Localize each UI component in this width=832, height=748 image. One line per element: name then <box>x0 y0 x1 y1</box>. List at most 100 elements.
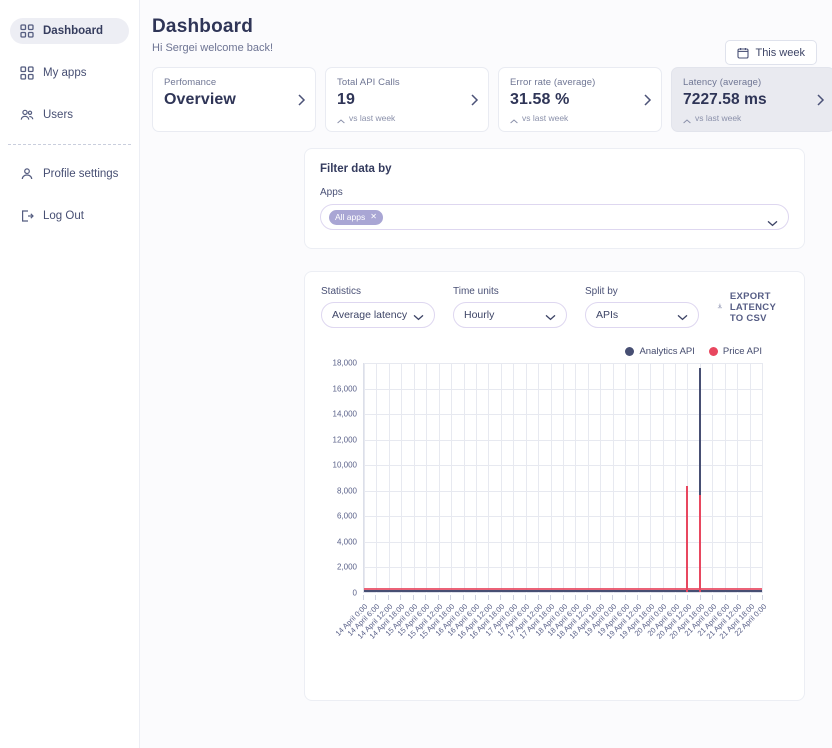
x-axis-tick <box>612 595 613 600</box>
gridline-vertical <box>663 363 664 593</box>
sidebar-divider <box>8 144 131 145</box>
time-units-label: Time units <box>453 286 567 297</box>
series-data-spike <box>686 486 688 592</box>
legend-item-analytics-api[interactable]: Analytics API <box>625 346 694 357</box>
y-axis-tick-label: 4,000 <box>337 537 357 546</box>
sidebar-item-my-apps[interactable]: My apps <box>10 60 129 86</box>
sidebar-item-label: Dashboard <box>43 25 103 37</box>
chevron-down-icon[interactable] <box>677 312 688 319</box>
apps-field-label: Apps <box>320 187 789 198</box>
x-axis-tick <box>575 595 576 600</box>
stat-card-label: Total API Calls <box>337 77 477 88</box>
stat-card-performance[interactable]: Perfomance Overview <box>152 67 316 132</box>
statistics-label: Statistics <box>321 286 435 297</box>
stat-card-total-api-calls[interactable]: Total API Calls 19 vs last week <box>325 67 489 132</box>
x-axis-tick <box>587 595 588 600</box>
gridline-vertical <box>650 363 651 593</box>
chevron-down-icon[interactable] <box>413 312 424 319</box>
sidebar-item-profile-settings[interactable]: Profile settings <box>10 161 129 187</box>
export-csv-label: EXPORT LATENCY TO CSV <box>730 291 788 324</box>
gridline-vertical <box>513 363 514 593</box>
split-by-select[interactable]: APIs <box>585 302 699 328</box>
time-units-select[interactable]: Hourly <box>453 302 567 328</box>
stat-card-label: Perfomance <box>164 77 304 88</box>
x-axis-tick <box>637 595 638 600</box>
filter-panel-title: Filter data by <box>320 163 789 175</box>
x-axis-tick <box>737 595 738 600</box>
x-axis-tick <box>662 595 663 600</box>
series-baseline <box>364 590 762 592</box>
x-axis: 14 April 0:0014 April 6:0014 April 12:00… <box>363 595 762 603</box>
sidebar-item-label: My apps <box>43 67 86 79</box>
x-axis-tick <box>400 595 401 600</box>
gridline-vertical <box>750 363 751 593</box>
x-axis-tick <box>500 595 501 600</box>
apps-chip-label: All apps <box>335 212 365 222</box>
gridline-vertical <box>725 363 726 593</box>
chart-plot-area: 02,0004,0006,0008,00010,00012,00014,0001… <box>321 363 788 673</box>
main-content: Dashboard Hi Sergei welcome back! This w… <box>140 0 832 748</box>
logout-icon <box>20 209 34 223</box>
y-axis-tick-label: 0 <box>353 589 357 598</box>
gridline-vertical <box>638 363 639 593</box>
gridline-vertical <box>675 363 676 593</box>
chevron-down-icon[interactable] <box>545 312 556 319</box>
gridline-vertical <box>476 363 477 593</box>
sidebar-item-users[interactable]: Users <box>10 102 129 128</box>
gridline-vertical <box>526 363 527 593</box>
welcome-message: Hi Sergei welcome back! <box>152 42 817 54</box>
date-range-label: This week <box>755 47 805 59</box>
legend-item-price-api[interactable]: Price API <box>709 346 762 357</box>
close-icon[interactable]: ✕ <box>370 213 377 221</box>
chart-controls: Statistics Average latency Time units Ho… <box>321 286 788 328</box>
x-axis-tick <box>687 595 688 600</box>
y-axis-tick-label: 6,000 <box>337 512 357 521</box>
gridline-vertical <box>488 363 489 593</box>
stat-card-delta: vs last week <box>510 113 650 123</box>
y-axis-tick-label: 2,000 <box>337 563 357 572</box>
apps-select[interactable]: All apps ✕ <box>320 204 789 230</box>
sidebar-item-dashboard[interactable]: Dashboard <box>10 18 129 44</box>
export-csv-button[interactable]: EXPORT LATENCY TO CSV <box>717 291 788 328</box>
gridline-vertical <box>588 363 589 593</box>
statistics-control: Statistics Average latency <box>321 286 435 328</box>
stat-card-error-rate[interactable]: Error rate (average) 31.58 % vs last wee… <box>498 67 662 132</box>
grid-icon <box>20 24 34 38</box>
stat-card-delta-label: vs last week <box>522 113 568 123</box>
date-range-button[interactable]: This week <box>725 40 817 65</box>
legend-swatch <box>709 347 718 356</box>
gridline-vertical <box>439 363 440 593</box>
statistics-select[interactable]: Average latency <box>321 302 435 328</box>
page-header: Dashboard Hi Sergei welcome back! This w… <box>140 0 832 54</box>
split-by-value: APIs <box>596 309 618 321</box>
stat-card-value: 31.58 % <box>510 91 650 109</box>
statistics-value: Average latency <box>332 309 407 321</box>
x-axis-tick <box>700 595 701 600</box>
app-root: Dashboard My apps Users <box>0 0 832 748</box>
legend-label: Price API <box>723 346 762 357</box>
stat-card-delta: vs last week <box>683 113 823 123</box>
chevron-down-icon[interactable] <box>767 214 778 221</box>
gridline-vertical <box>712 363 713 593</box>
legend-swatch <box>625 347 634 356</box>
stat-card-delta-label: vs last week <box>695 113 741 123</box>
gridline-vertical <box>389 363 390 593</box>
x-axis-tick <box>363 595 364 600</box>
apps-chip-all-apps[interactable]: All apps ✕ <box>329 210 383 225</box>
y-axis-tick-label: 12,000 <box>333 435 357 444</box>
gridline-vertical <box>538 363 539 593</box>
x-axis-tick <box>375 595 376 600</box>
stat-cards: Perfomance Overview Total API Calls 19 v… <box>140 54 832 132</box>
page-title: Dashboard <box>152 16 817 38</box>
x-axis-tick <box>650 595 651 600</box>
gridline-vertical <box>551 363 552 593</box>
sidebar-item-log-out[interactable]: Log Out <box>10 203 129 229</box>
y-axis-tick-label: 16,000 <box>333 384 357 393</box>
split-by-control: Split by APIs <box>585 286 699 328</box>
x-axis-tick <box>762 595 763 600</box>
gridline-vertical <box>737 363 738 593</box>
y-axis-tick-label: 10,000 <box>333 461 357 470</box>
stat-card-latency[interactable]: Latency (average) 7227.58 ms vs last wee… <box>671 67 832 132</box>
trend-up-icon <box>510 116 518 121</box>
gridline-vertical <box>414 363 415 593</box>
